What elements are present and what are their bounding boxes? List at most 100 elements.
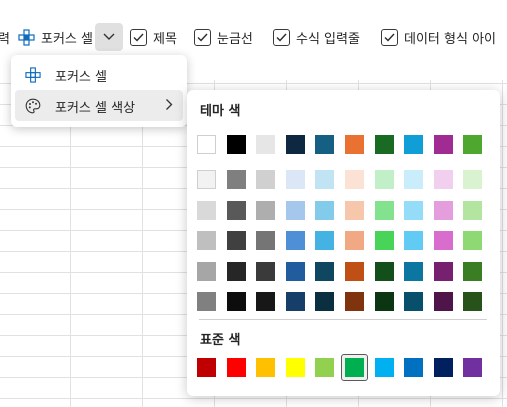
theme-shade-swatch[interactable]	[404, 261, 424, 281]
theme-shade-swatch[interactable]	[315, 170, 335, 189]
theme-shade-swatch[interactable]	[433, 231, 453, 250]
chevron-right-icon	[165, 98, 173, 111]
theme-shade-swatch[interactable]	[374, 170, 394, 189]
theme-shade-swatch[interactable]	[463, 170, 483, 189]
ribbon-cut-label: 력	[0, 20, 10, 54]
checkbox-data-types[interactable]: 데이터 형식 아이	[381, 20, 496, 54]
focus-cell-menu: 포커스 셀 포커스 셀 색상	[11, 55, 187, 127]
menu-item-label: 포커스 셀	[55, 70, 107, 85]
theme-shade-swatch[interactable]	[463, 231, 483, 250]
chevron-down-icon	[103, 30, 115, 45]
theme-color-swatch[interactable]	[315, 135, 335, 154]
theme-shade-swatch[interactable]	[315, 261, 335, 281]
partial-label: 력	[0, 31, 10, 47]
checkbox-headings[interactable]: 제목	[130, 20, 177, 54]
focus-cell-label: 포커스 셀	[41, 31, 93, 47]
standard-color-swatch[interactable]	[433, 358, 453, 377]
checkbox-label: 수식 입력줄	[296, 31, 360, 47]
checkbox-label: 제목	[153, 31, 177, 47]
focus-cell-icon	[18, 28, 35, 46]
theme-color-swatch[interactable]	[433, 135, 453, 154]
theme-shade-swatch[interactable]	[285, 170, 305, 189]
theme-shade-swatch[interactable]	[197, 200, 216, 220]
theme-shade-swatch[interactable]	[404, 170, 424, 189]
theme-shade-swatch[interactable]	[463, 200, 483, 220]
theme-shade-swatch[interactable]	[345, 231, 364, 250]
theme-shade-swatch[interactable]	[374, 200, 394, 220]
theme-shade-swatch[interactable]	[256, 261, 276, 281]
theme-shade-swatch[interactable]	[256, 170, 276, 189]
theme-shade-swatch[interactable]	[374, 231, 394, 250]
menu-item-focus-cell-color[interactable]: 포커스 셀 색상	[15, 90, 183, 121]
theme-shade-swatch[interactable]	[197, 261, 216, 281]
checkbox-label: 눈금선	[217, 31, 253, 47]
theme-color-swatch[interactable]	[404, 135, 424, 154]
theme-shade-swatch[interactable]	[285, 200, 305, 220]
checkbox-check-icon	[273, 28, 290, 46]
standard-color-swatch[interactable]	[345, 358, 364, 377]
theme-shade-swatch[interactable]	[315, 231, 335, 250]
theme-shade-swatch[interactable]	[197, 231, 216, 250]
theme-shade-swatch[interactable]	[374, 261, 394, 281]
theme-shade-swatch[interactable]	[433, 170, 453, 189]
theme-shade-swatch[interactable]	[404, 200, 424, 220]
checkbox-formula-bar[interactable]: 수식 입력줄	[273, 20, 360, 54]
theme-shade-swatch[interactable]	[285, 261, 305, 281]
menu-item-label: 포커스 셀 색상	[55, 101, 136, 116]
standard-color-swatch[interactable]	[404, 358, 424, 377]
theme-color-swatch[interactable]	[226, 135, 246, 154]
standard-color-swatch[interactable]	[285, 358, 305, 377]
menu-item-focus-cell[interactable]: 포커스 셀	[15, 59, 183, 90]
theme-shade-swatch[interactable]	[256, 292, 276, 311]
theme-shade-swatch[interactable]	[226, 231, 246, 250]
theme-shade-swatch[interactable]	[345, 170, 364, 189]
standard-color-swatch[interactable]	[463, 358, 483, 377]
theme-shade-swatch[interactable]	[433, 261, 453, 281]
theme-shade-swatch[interactable]	[226, 292, 246, 311]
theme-shade-swatch[interactable]	[197, 292, 216, 311]
standard-color-swatch[interactable]	[256, 358, 276, 377]
standard-color-swatch[interactable]	[197, 358, 216, 377]
checkbox-label: 데이터 형식 아이	[404, 31, 496, 47]
theme-shade-swatch[interactable]	[433, 200, 453, 220]
theme-shade-swatch[interactable]	[345, 261, 364, 281]
theme-shade-swatch[interactable]	[315, 200, 335, 220]
color-picker-flyout: 테마 색 표준 색	[187, 90, 500, 396]
theme-color-swatch[interactable]	[197, 135, 216, 154]
standard-color-swatch[interactable]	[226, 358, 246, 377]
theme-color-swatch[interactable]	[285, 135, 305, 154]
theme-shade-swatch[interactable]	[433, 292, 453, 311]
standard-color-swatch[interactable]	[315, 358, 335, 377]
checkbox-check-icon	[194, 28, 211, 46]
focus-cell-dropdown-button[interactable]	[95, 23, 123, 51]
theme-shade-swatch[interactable]	[374, 292, 394, 311]
focus-cell-icon	[25, 67, 41, 83]
standard-colors-title: 표준 색	[200, 333, 241, 348]
theme-color-swatch[interactable]	[256, 135, 276, 154]
view-ribbon: 력 포커스 셀 제목 눈금선 수식 입력줄 데이터 형식 아이	[0, 20, 507, 54]
theme-shade-swatch[interactable]	[315, 292, 335, 311]
standard-color-swatch[interactable]	[374, 358, 394, 377]
focus-cell-button[interactable]: 포커스 셀	[18, 20, 93, 54]
theme-shade-swatch[interactable]	[345, 292, 364, 311]
theme-shade-swatch[interactable]	[256, 200, 276, 220]
theme-color-swatch[interactable]	[345, 135, 364, 154]
theme-shade-swatch[interactable]	[345, 200, 364, 220]
theme-color-swatch[interactable]	[463, 135, 483, 154]
checkbox-check-icon	[381, 28, 398, 46]
theme-shade-swatch[interactable]	[404, 292, 424, 311]
theme-shade-swatch[interactable]	[463, 261, 483, 281]
theme-color-swatch[interactable]	[374, 135, 394, 154]
theme-shade-swatch[interactable]	[285, 292, 305, 311]
checkbox-gridlines[interactable]: 눈금선	[194, 20, 253, 54]
theme-shade-swatch[interactable]	[226, 170, 246, 189]
palette-icon	[25, 98, 41, 114]
theme-shade-swatch[interactable]	[197, 170, 216, 189]
theme-shade-swatch[interactable]	[256, 231, 276, 250]
theme-shade-swatch[interactable]	[226, 200, 246, 220]
theme-shade-swatch[interactable]	[285, 231, 305, 250]
theme-shade-swatch[interactable]	[404, 231, 424, 250]
theme-shade-swatch[interactable]	[226, 261, 246, 281]
theme-shade-swatch[interactable]	[463, 292, 483, 311]
cropped-top-text: — ─ ─	[0, 0, 507, 4]
